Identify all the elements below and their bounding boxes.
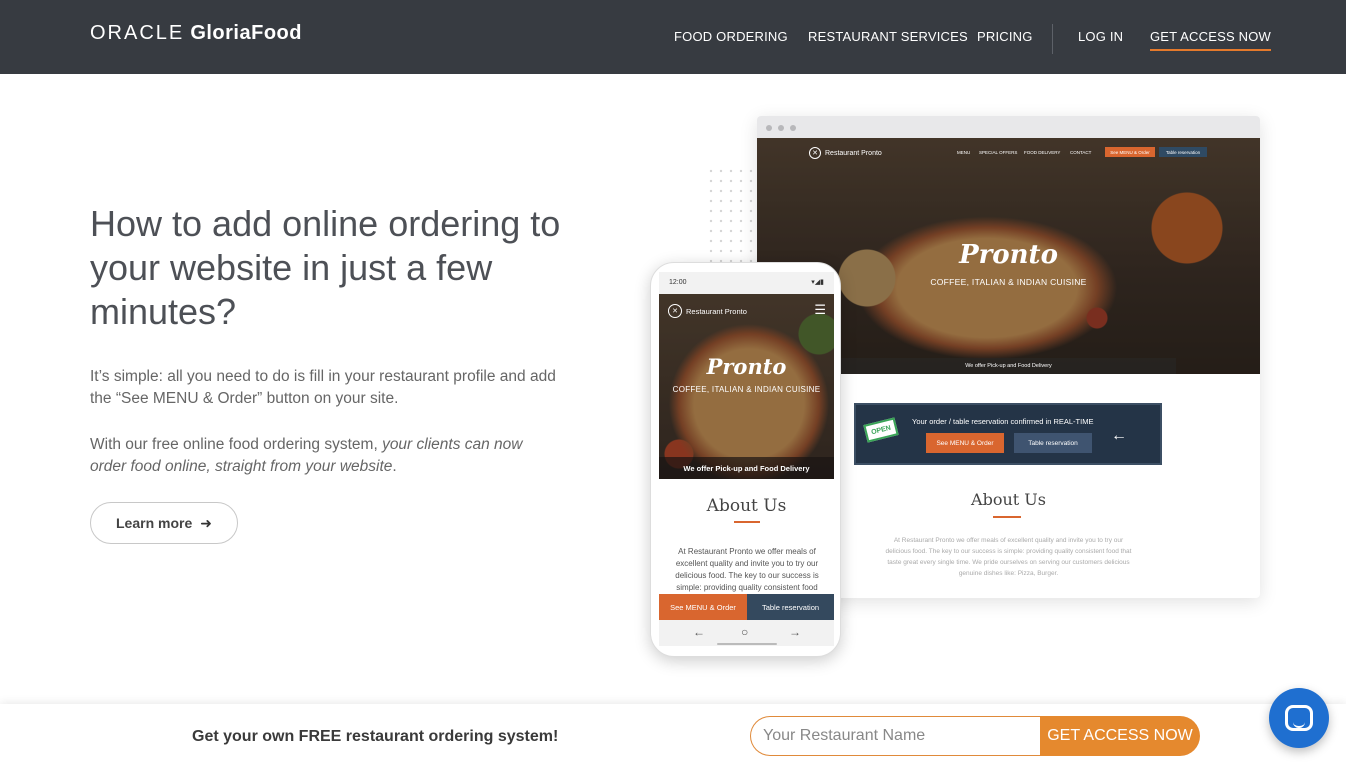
chat-bubble-icon (1285, 705, 1313, 731)
desktop-menu-item: MENU (957, 150, 971, 155)
forward-arrow-icon: → (789, 625, 801, 639)
desktop-see-menu-button: See MENU & Order (1105, 147, 1155, 157)
cta-text: Get your own FREE restaurant ordering sy… (192, 728, 559, 745)
phone-restaurant-brand: ✕ Restaurant Pronto (668, 304, 747, 318)
top-navigation-bar: ORACLE GloriaFood FOOD ORDERING RESTAURA… (0, 0, 1346, 74)
home-circle-icon: ○ (741, 625, 749, 639)
nav-log-in[interactable]: LOG IN (1078, 29, 1123, 44)
hamburger-menu-icon: ☰ (814, 302, 826, 317)
dot-pattern-decoration (706, 166, 754, 276)
back-arrow-icon: ← (693, 625, 705, 639)
learn-more-label: Learn more (116, 515, 193, 531)
restaurant-logo-icon: ✕ (809, 147, 821, 159)
hero-title: How to add online ordering to your websi… (90, 203, 561, 332)
phone-time: 12:00 (669, 279, 687, 286)
phone-website-mockup: 12:00 ▾◢▮ ✕ Restaurant Pronto ☰ Pronto C… (650, 262, 841, 657)
phone-status-bar: 12:00 ▾◢▮ (659, 272, 834, 294)
restaurant-logo-icon: ✕ (668, 304, 682, 318)
nav-restaurant-services[interactable]: RESTAURANT SERVICES (808, 29, 968, 44)
desktop-menu-item: SPECIAL OFFERS (979, 150, 1018, 155)
oracle-gloriafood-logo[interactable]: ORACLE GloriaFood (90, 22, 302, 45)
desktop-menu-item: CONTACT (1070, 150, 1092, 155)
browser-title-bar (757, 116, 1260, 138)
logo-oracle-text: ORACLE (90, 22, 185, 44)
phone-about-title: About Us (706, 496, 787, 516)
browser-dot-icon (778, 125, 784, 131)
phone-cuisine-subtitle: COFFEE, ITALIAN & INDIAN CUISINE (672, 385, 821, 394)
phone-pronto-title: Pronto (706, 354, 787, 379)
phone-brand-text: Restaurant Pronto (686, 306, 747, 316)
chat-launcher-button[interactable] (1269, 688, 1329, 748)
phone-about-underline (734, 521, 760, 523)
desktop-about-text: At Restaurant Pronto we offer meals of e… (885, 537, 1132, 577)
cta-get-access-now-button[interactable]: GET ACCESS NOW (1040, 716, 1200, 756)
phone-table-reservation-button: Table reservation (747, 594, 834, 620)
banner-see-menu-button: See MENU & Order (926, 433, 1004, 453)
phone-see-menu-button: See MENU & Order (659, 594, 747, 620)
hero-paragraph-2-end: . (392, 458, 397, 475)
banner-table-reservation-button: Table reservation (1014, 433, 1092, 453)
desktop-restaurant-brand: ✕ Restaurant Pronto (809, 147, 882, 159)
banner-text: Your order / table reservation confirmed… (912, 417, 1094, 426)
curved-arrow-icon: ← (1111, 427, 1127, 444)
phone-hero-image: ✕ Restaurant Pronto ☰ Pronto COFFEE, ITA… (659, 294, 834, 479)
desktop-about-underline (993, 516, 1021, 518)
bottom-cta-bar: Get your own FREE restaurant ordering sy… (0, 704, 1346, 766)
realtime-order-banner: OPEN Your order / table reservation conf… (854, 403, 1162, 465)
hero-paragraph-2: With our free online food ordering syste… (90, 434, 560, 478)
hero-paragraph-1: It’s simple: all you need to do is fill … (90, 368, 556, 407)
nav-pricing[interactable]: PRICING (977, 29, 1033, 44)
learn-more-button[interactable]: Learn more ➜ (90, 502, 238, 544)
browser-dot-icon (790, 125, 796, 131)
desktop-pronto-title: Pronto (959, 240, 1058, 270)
restaurant-name-input[interactable] (750, 716, 1042, 756)
logo-gloriafood-text: GloriaFood (190, 22, 302, 44)
open-sign-icon: OPEN (863, 417, 899, 443)
nav-food-ordering[interactable]: FOOD ORDERING (674, 29, 788, 44)
desktop-brand-text: Restaurant Pronto (825, 149, 882, 157)
browser-dot-icon (766, 125, 772, 131)
nav-divider (1052, 24, 1053, 54)
phone-delivery-strip: We offer Pick-up and Food Delivery (659, 457, 834, 479)
desktop-table-reservation-button: Table reservation (1159, 147, 1207, 157)
hero-paragraph-2-plain: With our free online food ordering syste… (90, 436, 383, 453)
phone-home-indicator (717, 643, 777, 645)
desktop-menu-item: FOOD DELIVERY (1024, 150, 1061, 155)
nav-get-access-now[interactable]: GET ACCESS NOW (1150, 29, 1272, 51)
desktop-delivery-strip: We offer Pick-up and Food Delivery (841, 358, 1176, 374)
signal-battery-icon: ▾◢▮ (811, 279, 824, 286)
phone-about-text: At Restaurant Pronto we offer meals of e… (675, 547, 819, 592)
arrow-right-icon: ➜ (200, 514, 212, 531)
